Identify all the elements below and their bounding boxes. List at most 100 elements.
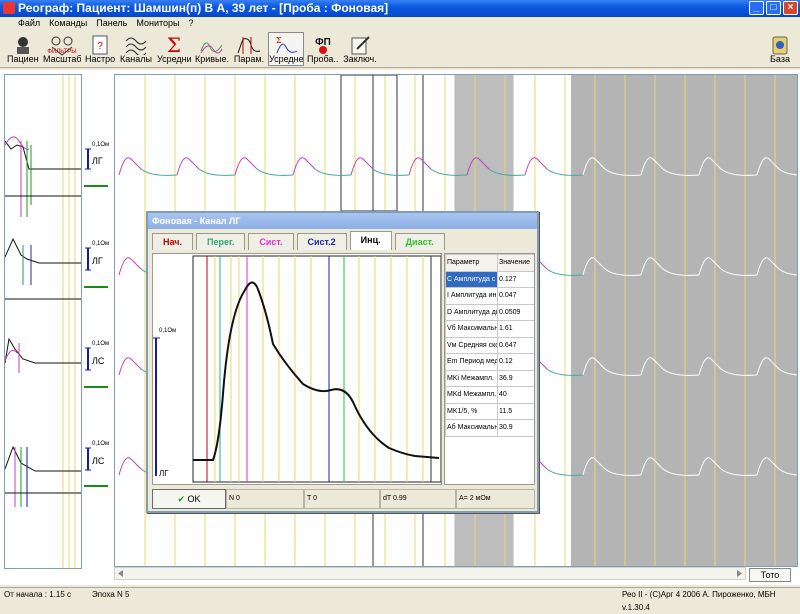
table-row[interactable]: C Амплитуда с 0.127 <box>445 270 534 288</box>
status-dt: dT 0.99 <box>380 489 456 509</box>
channel-scale-bars <box>84 148 108 487</box>
averaged-wave-plot[interactable]: 0,1Ом ЛГ <box>152 253 442 485</box>
wave-rise-segment <box>234 157 258 176</box>
table-row[interactable]: MK1/5, % 11.5 <box>445 402 534 420</box>
wave-fall-segment <box>314 168 352 176</box>
patient-icon <box>17 37 29 54</box>
wave-fall-segment <box>198 168 236 176</box>
probe-icon: ФП <box>315 37 331 54</box>
param-header-name[interactable]: Параметр <box>445 254 498 272</box>
sigma-icon: Σ <box>167 35 181 55</box>
conclusion-button[interactable]: Заключ. <box>342 32 378 66</box>
wave-rise-segment <box>176 157 200 176</box>
parameters-table[interactable]: Параметр Значение C Амплитуда с 0.127 I Ам… <box>444 253 535 485</box>
scale-button[interactable]: ФИЛЬТРЫ Масштаб <box>42 32 82 66</box>
averaged-icon: Σ <box>276 36 298 54</box>
status-t: T 0 <box>304 489 380 509</box>
tab-start[interactable]: Нач. <box>152 233 194 250</box>
table-row[interactable]: Vб Максимальн 1.61 <box>445 320 534 338</box>
patient-button[interactable]: Пациент <box>6 32 40 66</box>
database-icon <box>772 36 788 55</box>
tab-diastole[interactable]: Диаст. <box>394 233 445 250</box>
app-icon <box>3 2 15 14</box>
wave-fall-segment <box>256 168 294 176</box>
channel-4-scale: 0,1Ом <box>92 441 110 447</box>
svg-text:Σ: Σ <box>276 36 282 45</box>
menu-bar: Файл Команды Панель Мониторы ? <box>0 17 800 29</box>
conclusion-icon <box>351 36 370 55</box>
toto-button[interactable]: Тото <box>749 568 791 582</box>
ok-button[interactable]: ✔ OK <box>152 489 226 509</box>
table-row[interactable]: I Амплитуда ин 0.047 <box>445 287 534 305</box>
status-amplitude: A= 2 мОм <box>456 489 535 509</box>
status-epoch: Эпоха N 5 <box>92 590 130 599</box>
toolbar: Пациент ФИЛЬТРЫ Масштаб ? Настрой... Кан… <box>0 30 800 68</box>
probe-button[interactable]: ФП Проба... <box>306 32 340 66</box>
wave-rise-segment <box>118 357 142 376</box>
beat-thumbnails-graph <box>4 75 81 568</box>
averaged-wave-graph: 0,1Ом ЛГ <box>153 255 442 483</box>
tab-systole[interactable]: Сист. <box>248 233 294 250</box>
close-button[interactable]: × <box>783 1 798 15</box>
channels-icon <box>125 37 147 55</box>
epoch-selection-frame[interactable] <box>340 74 398 212</box>
title-bar: Реограф: Пациент: Шамшин(п) В А, 39 лет … <box>0 0 800 17</box>
curves-button[interactable]: Кривые... <box>194 32 230 66</box>
tab-overflow[interactable]: Перег. <box>196 233 246 250</box>
scrollbar-arrows <box>118 570 742 577</box>
settings-button[interactable]: ? Настрой... <box>84 32 116 66</box>
channel-1-scale: 0,1Ом <box>92 142 110 148</box>
averaged-button[interactable]: Σ Усреднен. <box>268 32 304 66</box>
average-button[interactable]: Σ Усредни... <box>156 32 192 66</box>
wave-rise-segment <box>350 157 374 176</box>
channel-2-label: ЛГ <box>92 256 103 266</box>
channel-3-label: ЛС <box>92 356 105 366</box>
dialog-title: Фоновая - Канал ЛГ <box>148 213 537 229</box>
database-button[interactable]: База <box>764 32 796 66</box>
wave-fall-segment <box>372 168 410 176</box>
menu-panel[interactable]: Панель <box>96 17 127 29</box>
phase-tabs: Нач. Перег. Сист. Сист.2 Инц. Диаст. <box>152 231 445 250</box>
menu-commands[interactable]: Команды <box>49 17 87 29</box>
param-header-value[interactable]: Значение <box>497 254 534 272</box>
params-button[interactable]: Парам. <box>232 32 266 66</box>
params-icon <box>237 37 261 54</box>
wave-rise-segment <box>292 157 316 176</box>
channel-2-scale: 0,1Ом <box>92 241 110 247</box>
table-row[interactable]: D Амплитуда ди 0.0509 <box>445 303 534 321</box>
channel-4-label: ЛС <box>92 456 105 466</box>
tab-incisura[interactable]: Инц. <box>349 231 392 250</box>
table-row[interactable]: Aб Максимальн 30.9 <box>445 419 534 437</box>
settings-icon: ? <box>92 35 108 55</box>
excluded-region <box>571 75 797 566</box>
wave-rise-segment <box>118 457 142 476</box>
table-row[interactable]: MKd Межампл. 40 <box>445 386 534 404</box>
maximize-button[interactable]: □ <box>766 1 781 15</box>
wave-rise-segment <box>118 157 142 176</box>
window-title: Реограф: Пациент: Шамшин(п) В А, 39 лет … <box>18 1 389 15</box>
svg-text:Σ: Σ <box>167 35 181 55</box>
wave-rise-segment <box>118 257 142 276</box>
status-bar: От начала : 1.15 с Эпоха N 5 Рео II - (C… <box>0 587 800 612</box>
table-row[interactable]: MKi Межампл. 36.9 <box>445 369 534 387</box>
menu-file[interactable]: Файл <box>18 17 40 29</box>
wave-rise-segment <box>524 157 548 176</box>
status-time-from-start: От начала : 1.15 с <box>4 590 71 599</box>
plot-scale-label: 0,1Ом <box>159 328 176 334</box>
beat-thumbnails-panel[interactable] <box>4 74 82 569</box>
channel-1-label: ЛГ <box>92 156 103 166</box>
table-row[interactable]: Vм Средняя ско 0.647 <box>445 336 534 354</box>
curves-icon <box>200 42 223 54</box>
channel-3-scale: 0,1Ом <box>92 341 110 347</box>
check-icon: ✔ <box>177 494 185 504</box>
tab-systole2[interactable]: Сист.2 <box>296 233 347 250</box>
menu-monitors[interactable]: Мониторы <box>136 17 179 29</box>
plot-channel-label: ЛГ <box>159 469 169 478</box>
channels-button[interactable]: Каналы <box>118 32 154 66</box>
dialog-status-bar: ✔ OK N 0 T 0 dT 0.99 A= 2 мОм <box>152 489 535 509</box>
minimize-button[interactable]: _ <box>749 1 764 15</box>
menu-help[interactable]: ? <box>188 17 193 29</box>
horizontal-scrollbar[interactable] <box>114 567 746 580</box>
status-copyright: Рео II - (C)Арг 4 2006 А. Пироженко, МБН… <box>622 590 776 612</box>
table-row[interactable]: Em Период мед 0.12 <box>445 353 534 371</box>
